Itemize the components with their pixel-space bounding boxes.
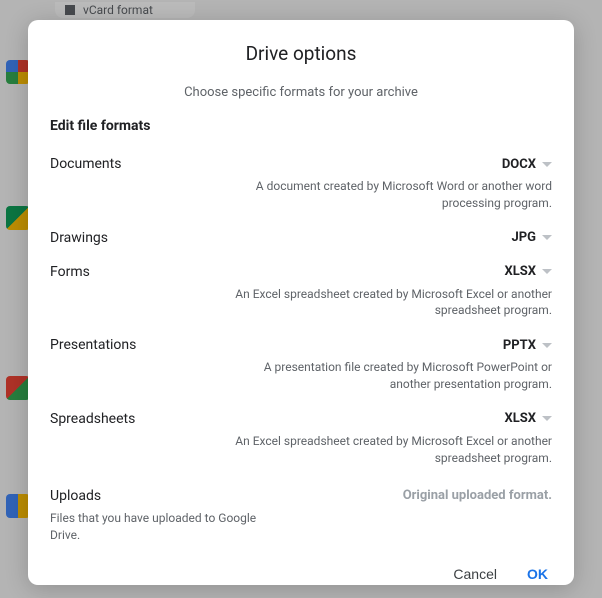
row-documents: Documents DOCX A document created by Mic… xyxy=(50,146,552,220)
selector-forms[interactable]: XLSX xyxy=(504,264,552,279)
drive-options-dialog: Drive options Choose specific formats fo… xyxy=(28,20,574,585)
dialog-actions: Cancel OK xyxy=(50,544,552,588)
value-documents: DOCX xyxy=(502,157,536,172)
ok-button[interactable]: OK xyxy=(523,560,552,588)
label-documents: Documents xyxy=(50,156,121,172)
value-drawings: JPG xyxy=(511,230,536,245)
uploads-format: Original uploaded format. xyxy=(403,488,552,503)
value-forms: XLSX xyxy=(504,264,536,279)
desc-forms: An Excel spreadsheet created by Microsof… xyxy=(220,286,552,320)
chevron-down-icon xyxy=(542,235,552,240)
chevron-down-icon xyxy=(542,269,552,274)
chevron-down-icon xyxy=(542,343,552,348)
desc-presentations: A presentation file created by Microsoft… xyxy=(220,359,552,393)
chevron-down-icon xyxy=(542,416,552,421)
label-forms: Forms xyxy=(50,264,90,280)
chevron-down-icon xyxy=(542,162,552,167)
label-spreadsheets: Spreadsheets xyxy=(50,411,135,427)
dialog-title: Drive options xyxy=(50,42,552,65)
selector-drawings[interactable]: JPG xyxy=(511,230,552,245)
selector-spreadsheets[interactable]: XLSX xyxy=(504,411,552,426)
row-presentations: Presentations PPTX A presentation file c… xyxy=(50,327,552,401)
label-uploads: Uploads xyxy=(50,488,280,504)
section-heading: Edit file formats xyxy=(50,118,552,134)
value-spreadsheets: XLSX xyxy=(504,411,536,426)
row-uploads: Uploads Files that you have uploaded to … xyxy=(50,474,552,544)
row-forms: Forms XLSX An Excel spreadsheet created … xyxy=(50,254,552,328)
desc-spreadsheets: An Excel spreadsheet created by Microsof… xyxy=(220,433,552,467)
row-drawings: Drawings JPG xyxy=(50,220,552,254)
selector-documents[interactable]: DOCX xyxy=(502,157,552,172)
label-presentations: Presentations xyxy=(50,337,136,353)
label-drawings: Drawings xyxy=(50,230,108,246)
sub-uploads: Files that you have uploaded to Google D… xyxy=(50,510,280,544)
row-spreadsheets: Spreadsheets XLSX An Excel spreadsheet c… xyxy=(50,401,552,475)
dialog-subtitle: Choose specific formats for your archive xyxy=(50,85,552,100)
desc-documents: A document created by Microsoft Word or … xyxy=(220,178,552,212)
cancel-button[interactable]: Cancel xyxy=(449,560,501,588)
selector-presentations[interactable]: PPTX xyxy=(503,338,552,353)
value-presentations: PPTX xyxy=(503,338,536,353)
